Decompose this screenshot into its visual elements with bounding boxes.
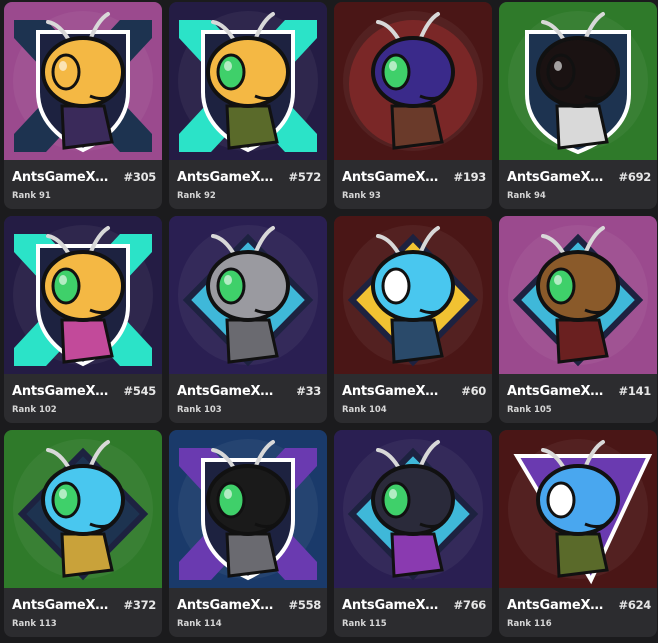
nft-card[interactable]: AntsGameXtr... #141 Rank 105 xyxy=(499,216,657,423)
ant-crystal-icon xyxy=(334,216,492,374)
nft-name: AntsGameXtr... xyxy=(342,598,440,613)
nft-name: AntsGameXt... xyxy=(12,384,110,399)
ant-carbon-icon xyxy=(169,430,327,588)
nft-card[interactable]: AntsGameXtr... #572 Rank 92 xyxy=(169,2,327,209)
nft-image xyxy=(4,430,162,588)
nft-card-info: AntsGameXt... #558 Rank 114 xyxy=(169,588,327,637)
nft-card-info: AntsGameXtr... #766 Rank 115 xyxy=(334,588,492,637)
nft-token-number: #545 xyxy=(123,384,157,398)
nft-card[interactable]: AntsGameXtr... #372 Rank 113 xyxy=(4,430,162,637)
nft-token-number: #692 xyxy=(618,170,652,184)
nft-grid: AntsGameXtr... #305 Rank 91 AntsGameXtr... #… xyxy=(4,2,658,643)
nft-image xyxy=(334,216,492,374)
nft-card[interactable]: AntsGameXtr... #193 Rank 93 xyxy=(334,2,492,209)
nft-rank: Rank 115 xyxy=(342,619,387,629)
nft-card[interactable]: AntsGameXtr... #305 Rank 91 xyxy=(4,2,162,209)
nft-image xyxy=(169,2,327,160)
nft-card[interactable]: AntsGameXt... #558 Rank 114 xyxy=(169,430,327,637)
nft-card[interactable]: AntsGameXt... #545 Rank 102 xyxy=(4,216,162,423)
nft-rank: Rank 93 xyxy=(342,191,381,201)
nft-card[interactable]: AntsGameXtr... #33 Rank 103 xyxy=(169,216,327,423)
nft-card[interactable]: AntsGameXtr... #766 Rank 115 xyxy=(334,430,492,637)
nft-token-number: #572 xyxy=(288,170,322,184)
nft-image xyxy=(169,216,327,374)
nft-token-number: #60 xyxy=(461,384,486,398)
nft-token-number: #33 xyxy=(296,384,321,398)
nft-image xyxy=(334,2,492,160)
nft-card-info: AntsGameXtr... #372 Rank 113 xyxy=(4,588,162,637)
nft-name: AntsGameXtr... xyxy=(177,384,275,399)
nft-token-number: #624 xyxy=(618,598,652,612)
nft-rank: Rank 113 xyxy=(12,619,57,629)
nft-image xyxy=(499,430,657,588)
nft-name: AntsGameXtr... xyxy=(507,384,605,399)
ant-gold-icon xyxy=(4,430,162,588)
nft-token-number: #193 xyxy=(453,170,487,184)
ant-ice-icon xyxy=(499,430,657,588)
nft-image xyxy=(334,430,492,588)
nft-rank: Rank 92 xyxy=(177,191,216,201)
nft-rank: Rank 103 xyxy=(177,405,222,415)
nft-card-info: AntsGameXtr... #193 Rank 93 xyxy=(334,160,492,209)
nft-image xyxy=(4,216,162,374)
nft-rank: Rank 104 xyxy=(342,405,387,415)
nft-image xyxy=(499,2,657,160)
nft-rank: Rank 91 xyxy=(12,191,51,201)
nft-image xyxy=(4,2,162,160)
ant-lava-icon xyxy=(499,2,657,160)
nft-token-number: #141 xyxy=(618,384,652,398)
nft-rank: Rank 102 xyxy=(12,405,57,415)
nft-card-info: AntsGameXtr... #141 Rank 105 xyxy=(499,374,657,423)
nft-image xyxy=(169,430,327,588)
nft-name: AntsGameXtr... xyxy=(177,170,275,185)
ant-camo-icon xyxy=(169,2,327,160)
nft-token-number: #558 xyxy=(288,598,322,612)
nft-card-info: AntsGameXtr... #60 Rank 104 xyxy=(334,374,492,423)
ant-leather-icon xyxy=(499,216,657,374)
ant-galaxy-icon xyxy=(334,2,492,160)
nft-card-info: AntsGameXtr... #572 Rank 92 xyxy=(169,160,327,209)
nft-name: AntsGameXtr... xyxy=(507,170,605,185)
nft-rank: Rank 94 xyxy=(507,191,546,201)
ant-bandana-icon xyxy=(4,2,162,160)
nft-token-number: #305 xyxy=(123,170,157,184)
ant-robot-icon xyxy=(169,216,327,374)
nft-card-info: AntsGameXt... #545 Rank 102 xyxy=(4,374,162,423)
nft-card[interactable]: AntsGameXtr... #624 Rank 116 xyxy=(499,430,657,637)
nft-card[interactable]: AntsGameXtr... #60 Rank 104 xyxy=(334,216,492,423)
ant-neon-icon xyxy=(4,216,162,374)
nft-name: AntsGameXtr... xyxy=(507,598,605,613)
nft-name: AntsGameXtr... xyxy=(12,598,110,613)
nft-card-info: AntsGameXtr... #305 Rank 91 xyxy=(4,160,162,209)
nft-name: AntsGameXtr... xyxy=(12,170,110,185)
nft-token-number: #766 xyxy=(453,598,487,612)
nft-rank: Rank 116 xyxy=(507,619,552,629)
nft-rank: Rank 114 xyxy=(177,619,222,629)
nft-rank: Rank 105 xyxy=(507,405,552,415)
nft-name: AntsGameXt... xyxy=(177,598,275,613)
nft-token-number: #372 xyxy=(123,598,157,612)
nft-name: AntsGameXtr... xyxy=(342,170,440,185)
nft-card-info: AntsGameXtr... #624 Rank 116 xyxy=(499,588,657,637)
ant-purple-tech-icon xyxy=(334,430,492,588)
nft-image xyxy=(499,216,657,374)
nft-card-info: AntsGameXtr... #33 Rank 103 xyxy=(169,374,327,423)
nft-name: AntsGameXtr... xyxy=(342,384,440,399)
nft-card-info: AntsGameXtr... #692 Rank 94 xyxy=(499,160,657,209)
nft-card[interactable]: AntsGameXtr... #692 Rank 94 xyxy=(499,2,657,209)
